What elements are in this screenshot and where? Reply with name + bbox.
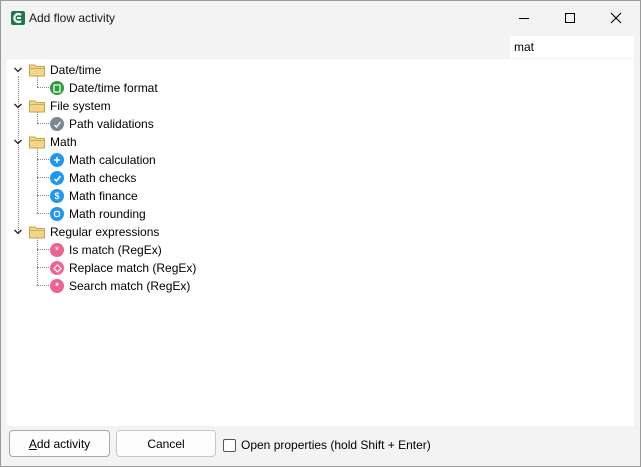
tree-guide-line <box>37 87 49 88</box>
tree-guide-line <box>37 249 49 250</box>
close-button[interactable] <box>593 1 639 35</box>
maximize-button[interactable] <box>547 1 593 35</box>
plus-icon <box>50 153 64 167</box>
search-input[interactable] <box>510 36 634 58</box>
dollar-icon: $ <box>50 189 64 203</box>
chevron-down-icon <box>14 229 22 235</box>
tree-item-replace-match-regex[interactable]: Replace match (RegEx) <box>50 259 196 277</box>
tree-category-regular-expressions[interactable]: Regular expressions <box>29 223 159 241</box>
tree-guide-line <box>37 195 49 196</box>
tree-item-math-rounding[interactable]: Math rounding <box>50 205 146 223</box>
category-label: Math <box>50 135 77 149</box>
tree-item-path-validations[interactable]: Path validations <box>50 115 154 133</box>
tree-guide-line <box>37 76 38 87</box>
tree-guide-line <box>37 213 49 214</box>
open-properties-checkbox[interactable] <box>223 438 236 452</box>
tree-guide-line <box>37 238 38 285</box>
item-label: Is match (RegEx) <box>69 243 162 257</box>
expand-toggle-math[interactable] <box>12 136 24 148</box>
category-label: File system <box>50 99 111 113</box>
app-logo-icon <box>11 11 25 25</box>
folder-open-icon <box>29 136 45 149</box>
item-label: Math checks <box>69 171 137 185</box>
add-activity-mnemonic: A <box>28 436 37 451</box>
chevron-down-icon <box>14 67 22 73</box>
tree-guide-line <box>37 159 49 160</box>
regex-replace-icon <box>50 261 64 275</box>
tree-guide-line <box>37 148 38 213</box>
open-properties-option[interactable]: Open properties (hold Shift + Enter) <box>223 438 431 452</box>
item-label: Path validations <box>69 117 154 131</box>
chevron-down-icon <box>14 103 22 109</box>
folder-open-icon <box>29 64 45 77</box>
expand-toggle-datetime[interactable] <box>12 64 24 76</box>
item-label: Replace match (RegEx) <box>69 261 197 275</box>
add-activity-button[interactable]: Add activity <box>9 430 110 457</box>
tree-item-search-match-regex[interactable]: * Search match (RegEx) <box>50 277 190 295</box>
chevron-down-icon <box>14 139 22 145</box>
tree-guide-line <box>37 123 49 124</box>
regex-match-icon: * <box>50 243 64 257</box>
date-format-icon <box>50 81 64 95</box>
tree-item-math-checks[interactable]: Math checks <box>50 169 136 187</box>
tree-guide-line <box>37 285 49 286</box>
item-label: Math calculation <box>69 153 156 167</box>
folder-open-icon <box>29 226 45 239</box>
tree-guide-line <box>37 267 49 268</box>
tree-item-math-calculation[interactable]: Math calculation <box>50 151 156 169</box>
expand-toggle-regular-expressions[interactable] <box>12 226 24 238</box>
expand-toggle-file-system[interactable] <box>12 100 24 112</box>
item-label: Search match (RegEx) <box>69 279 191 293</box>
window-title: Add flow activity <box>29 11 116 25</box>
tree-guide-line <box>37 112 38 123</box>
tree-guide-line <box>37 177 49 178</box>
category-label: Date/time <box>50 63 102 77</box>
tree-item-math-finance[interactable]: $ Math finance <box>50 187 138 205</box>
title-bar: Add flow activity <box>1 1 640 35</box>
minimize-icon <box>519 18 529 19</box>
tree-item-is-match-regex[interactable]: * Is match (RegEx) <box>50 241 162 259</box>
cancel-button[interactable]: Cancel <box>116 430 216 457</box>
open-properties-label: Open properties (hold Shift + Enter) <box>241 438 431 452</box>
checkmark-icon <box>50 171 64 185</box>
item-label: Math rounding <box>69 207 146 221</box>
tree-item-date-time-format[interactable]: Date/time format <box>50 79 158 97</box>
search-bar <box>7 35 634 59</box>
path-validation-icon <box>50 117 64 131</box>
item-label: Math finance <box>69 189 138 203</box>
tree-category-file-system[interactable]: File system <box>29 97 111 115</box>
tree-category-datetime[interactable]: Date/time <box>29 61 101 79</box>
maximize-icon <box>565 13 575 23</box>
close-icon <box>610 12 622 24</box>
item-label: Date/time format <box>69 81 158 95</box>
rounding-icon <box>50 207 64 221</box>
category-label: Regular expressions <box>50 225 160 239</box>
activity-tree[interactable]: Date/time Date/time format File system P… <box>7 59 634 426</box>
minimize-button[interactable] <box>501 1 547 35</box>
regex-search-icon: * <box>50 279 64 293</box>
add-flow-activity-dialog: Add flow activity Date/time <box>0 0 641 467</box>
folder-open-icon <box>29 100 45 113</box>
add-activity-label: dd activity <box>36 436 91 451</box>
